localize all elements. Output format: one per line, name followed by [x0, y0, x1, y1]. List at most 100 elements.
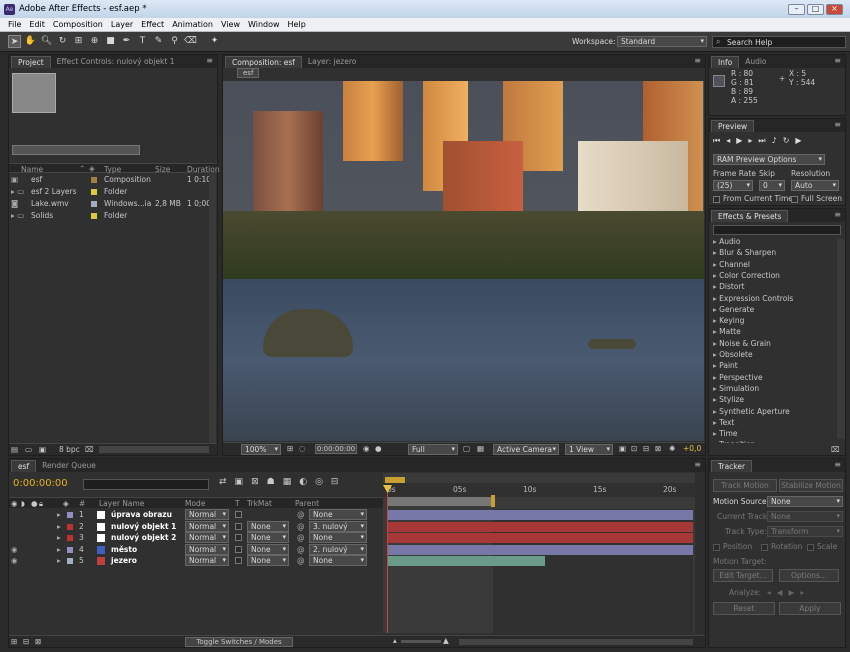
view-layout-select[interactable]: 1 View — [565, 444, 613, 455]
edit-target-button[interactable]: Edit Target... — [713, 569, 773, 582]
col-size[interactable]: Size — [155, 165, 170, 174]
graph-editor-icon[interactable]: ⊟ — [331, 477, 347, 487]
toggle-switches-modes-button[interactable]: Toggle Switches / Modes — [185, 637, 293, 647]
brainstorm-icon[interactable]: ◎ — [315, 477, 331, 487]
pan-behind-tool-icon[interactable]: ⊕ — [88, 35, 101, 48]
rotation-tool-icon[interactable]: ↻ — [56, 35, 69, 48]
next-frame-icon[interactable]: ▸ — [748, 136, 758, 145]
effect-category[interactable]: Distort — [713, 282, 744, 291]
layer-name[interactable]: úprava obrazu — [111, 509, 172, 520]
stabilize-motion-button[interactable]: Stabilize Motion — [779, 479, 843, 492]
frame-blending-icon[interactable]: ▦ — [283, 477, 300, 487]
preview-resolution-select[interactable]: Auto — [791, 180, 839, 191]
parent-select[interactable]: None — [309, 532, 367, 543]
tab-effects-presets[interactable]: Effects & Presets — [711, 210, 789, 222]
maximize-button[interactable]: □ — [807, 4, 824, 15]
panel-menu-icon[interactable]: ≡ — [694, 56, 701, 65]
expand-arrow-icon[interactable]: ▸ — [57, 532, 61, 543]
layer-name[interactable]: nulový objekt 2 — [111, 532, 176, 543]
effect-category[interactable]: Channel — [713, 260, 750, 269]
from-current-time-checkbox[interactable]: From Current Time — [713, 194, 793, 203]
composition-viewer[interactable] — [223, 81, 704, 441]
live-update-icon[interactable]: ▣ — [235, 477, 252, 487]
menu-edit[interactable]: Edit — [25, 20, 49, 29]
layer-duration-bar[interactable] — [387, 556, 545, 566]
region-icon[interactable]: ▢ — [463, 444, 470, 453]
resolution-select[interactable]: Full — [408, 444, 458, 455]
col-duration[interactable]: Duration — [187, 165, 220, 174]
col-type[interactable]: Type — [104, 165, 121, 174]
project-h-scrollbar[interactable] — [99, 446, 209, 453]
audio-icon[interactable]: ♪ — [772, 136, 783, 145]
effect-category[interactable]: Color Correction — [713, 271, 780, 280]
expand-layer-switches-icon[interactable]: ⊞ — [11, 637, 17, 646]
selection-tool-icon[interactable]: ➤ — [8, 35, 21, 48]
layer-mode-select[interactable]: Normal — [185, 509, 229, 520]
col-t[interactable]: T — [235, 499, 240, 508]
search-help-field[interactable]: ⌕ Search Help — [712, 36, 846, 48]
effect-category[interactable]: Text — [713, 418, 734, 427]
layer-label-swatch[interactable] — [67, 535, 73, 541]
motion-source-select[interactable]: None — [767, 496, 843, 507]
hide-shy-icon[interactable]: ☗ — [267, 477, 283, 487]
layer-duration-bar[interactable] — [387, 544, 693, 555]
brush-tool-icon[interactable]: ✎ — [152, 35, 165, 48]
type-tool-icon[interactable]: T — [136, 35, 149, 48]
panel-menu-icon[interactable]: ≡ — [834, 210, 841, 219]
skip-select[interactable]: 0 — [759, 180, 785, 191]
ram-preview-options-select[interactable]: RAM Preview Options — [713, 154, 825, 165]
effect-category[interactable]: Perspective — [713, 373, 762, 382]
time-graph[interactable]: 0s 05s 10s 15s 20s — [383, 473, 695, 633]
new-folder-icon[interactable]: ▭ — [25, 445, 32, 454]
label-color-swatch[interactable] — [91, 189, 97, 195]
apply-button[interactable]: Apply — [779, 602, 841, 615]
layer-row[interactable]: ◉ ▸ 4 město Normal None @2. nulový — [9, 543, 389, 555]
label-color-swatch[interactable] — [91, 201, 97, 207]
zoom-in-icon[interactable]: ▲ — [443, 636, 449, 645]
project-item[interactable]: ▣ esf Composition 1 0:10 — [9, 174, 217, 185]
analyze-backward-icon[interactable]: ◀ — [777, 588, 789, 597]
preserve-transparency-checkbox[interactable] — [235, 557, 242, 564]
tab-project[interactable]: Project — [11, 56, 51, 68]
zoom-out-icon[interactable]: ▴ — [393, 636, 397, 645]
effect-category[interactable]: Generate — [713, 305, 754, 314]
analyze-back-frame-icon[interactable]: ◂ — [767, 588, 777, 597]
layer-mode-select[interactable]: Normal — [185, 543, 229, 555]
preserve-transparency-checkbox[interactable] — [235, 511, 242, 518]
parent-select[interactable]: None — [309, 509, 367, 520]
options-button[interactable]: Options... — [779, 569, 839, 582]
panel-menu-icon[interactable]: ≡ — [834, 460, 841, 469]
rectangle-tool-icon[interactable]: ■ — [104, 35, 117, 48]
preserve-transparency-checkbox[interactable] — [235, 534, 242, 541]
current-time-indicator[interactable] — [387, 485, 388, 633]
effect-category[interactable]: Stylize — [713, 395, 744, 404]
layer-duration-bar[interactable] — [387, 533, 693, 543]
grid-icon[interactable]: ⊞ — [287, 444, 293, 453]
tab-composition-esf[interactable]: Composition: esf — [225, 56, 302, 68]
minimize-button[interactable]: – — [788, 4, 805, 15]
project-item[interactable]: ▸ ▭ Solids Folder — [9, 210, 217, 221]
parent-select[interactable]: 2. nulový — [309, 543, 367, 555]
track-matte-select[interactable]: None — [247, 543, 289, 555]
interpret-footage-icon[interactable]: ▤ — [11, 445, 18, 454]
layer-label-swatch[interactable] — [67, 546, 73, 553]
play-icon[interactable]: ▶ — [736, 136, 748, 145]
comp-breadcrumb[interactable]: esf — [237, 68, 260, 78]
effect-category[interactable]: Audio — [713, 237, 740, 246]
layer-duration-bar[interactable] — [387, 521, 693, 532]
layer-label-swatch[interactable] — [67, 523, 73, 530]
zoom-tool-icon[interactable]: 🔍︎ — [40, 35, 53, 48]
layer-row[interactable]: ▸ 2 nulový objekt 1 Normal None @3. nulový — [9, 520, 389, 532]
effect-category[interactable]: Synthetic Aperture — [713, 407, 790, 416]
reset-button[interactable]: Reset — [713, 602, 775, 615]
track-matte-select[interactable]: None — [247, 555, 289, 566]
layer-duration-bar[interactable] — [387, 510, 693, 520]
pick-whip-icon[interactable]: @ — [297, 555, 305, 566]
layer-label-swatch[interactable] — [67, 558, 73, 564]
rotation-checkbox[interactable]: Rotation — [761, 542, 802, 551]
previous-frame-icon[interactable]: ◂ — [726, 136, 736, 145]
timeline-v-scrollbar[interactable] — [695, 473, 705, 633]
new-comp-icon[interactable]: ▣ — [39, 445, 46, 454]
pick-whip-icon[interactable]: @ — [297, 521, 305, 532]
pick-whip-icon[interactable]: @ — [297, 532, 305, 543]
